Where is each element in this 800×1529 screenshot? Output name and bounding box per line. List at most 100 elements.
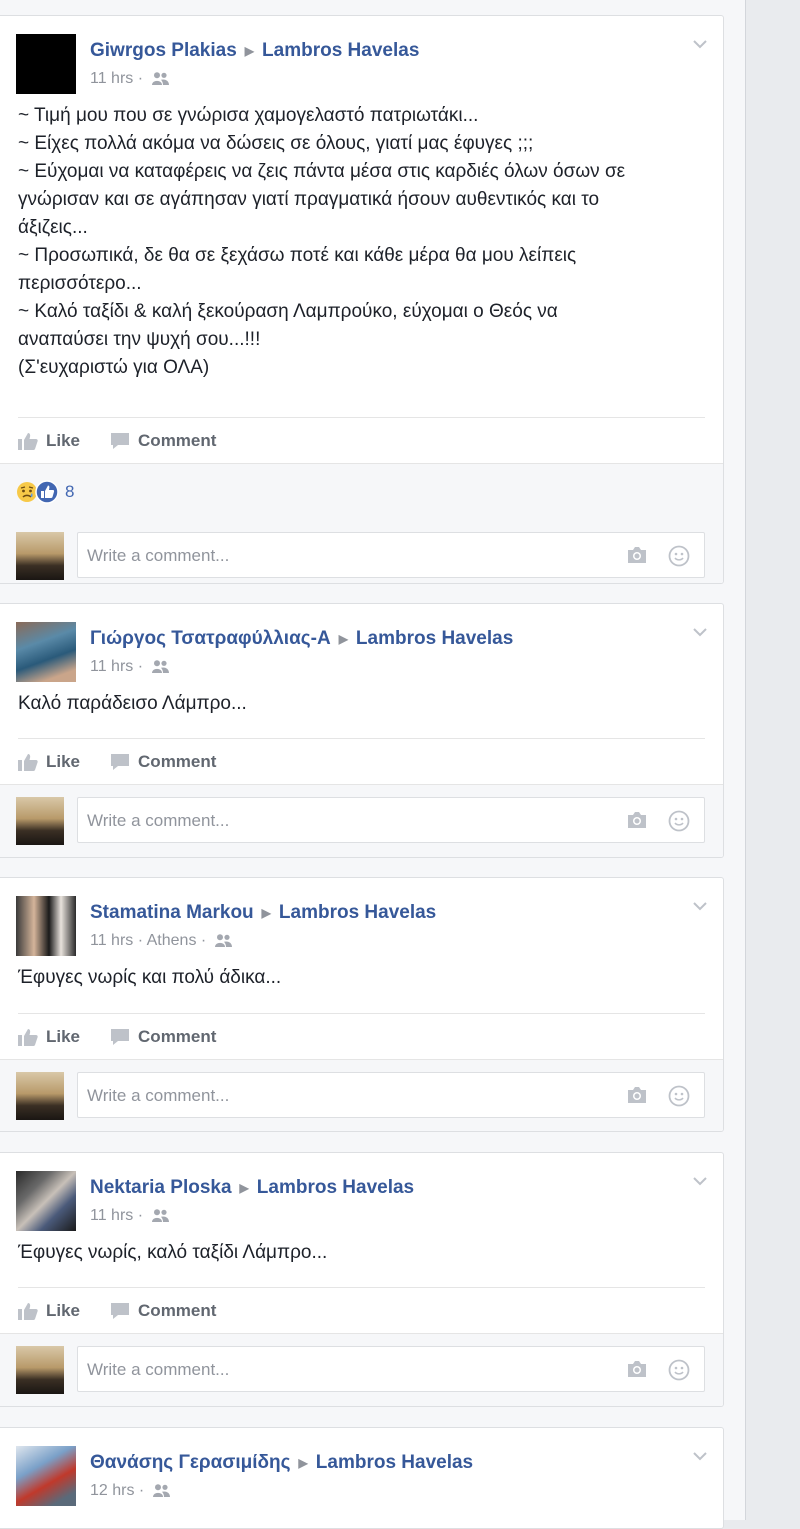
timestamp-link[interactable]: 11 hrs — [90, 1207, 133, 1224]
smiley-icon[interactable] — [668, 1085, 690, 1112]
comment-placeholder: Write a comment... — [87, 1360, 230, 1379]
comment-input[interactable]: Write a comment... — [77, 532, 705, 578]
arrow-right-icon: ▶ — [261, 906, 271, 920]
timestamp-link[interactable]: 12 hrs — [90, 1482, 134, 1499]
thumbs-up-icon — [18, 433, 38, 450]
chevron-down-icon[interactable] — [693, 1448, 707, 1466]
post-text-line: ~ Προσωπικά, δε θα σε ξεχάσω ποτέ και κά… — [18, 245, 577, 266]
author-avatar[interactable] — [16, 1171, 76, 1231]
target-name-link[interactable]: Lambros Havelas — [316, 1452, 473, 1473]
post-header: Giwrgos Plakias ▶ Lambros Havelas 11 hrs · — [0, 16, 723, 94]
arrow-right-icon: ▶ — [239, 1181, 249, 1195]
target-name-link[interactable]: Lambros Havelas — [356, 628, 513, 649]
reactions-summary[interactable]: 8 — [0, 464, 723, 520]
comment-button[interactable]: Comment — [110, 1301, 216, 1321]
comment-section: Write a comment... — [0, 1333, 723, 1406]
meta-separator: · — [133, 932, 147, 949]
right-sidebar — [745, 0, 800, 1520]
author-avatar[interactable] — [16, 896, 76, 956]
comment-button[interactable]: Comment — [110, 1027, 216, 1047]
arrow-right-icon: ▶ — [298, 1456, 308, 1470]
current-user-avatar — [16, 1072, 64, 1120]
like-button[interactable]: Like — [18, 431, 80, 451]
author-avatar[interactable] — [16, 1446, 76, 1506]
timestamp-link[interactable]: 11 hrs — [90, 658, 133, 675]
target-name-link[interactable]: Lambros Havelas — [257, 1177, 414, 1198]
location-link[interactable]: Athens — [147, 932, 197, 949]
chevron-down-icon[interactable] — [693, 36, 707, 54]
smiley-icon[interactable] — [668, 545, 690, 572]
post-card: Stamatina Markou ▶ Lambros Havelas 11 hrs … — [0, 877, 724, 1132]
author-name-link[interactable]: Θανάσης Γερασιμίδης — [90, 1452, 291, 1473]
comment-placeholder: Write a comment... — [87, 811, 230, 830]
post-title-line: Stamatina Markou ▶ Lambros Havelas — [90, 902, 436, 924]
friends-icon[interactable] — [151, 660, 169, 678]
like-label: Like — [46, 1301, 81, 1320]
post-header: Nektaria Ploska ▶ Lambros Havelas 11 hrs · — [0, 1153, 723, 1231]
author-name-link[interactable]: Nektaria Ploska — [90, 1177, 232, 1198]
comment-button[interactable]: Comment — [110, 752, 216, 772]
post-title-line: Giwrgos Plakias ▶ Lambros Havelas — [90, 40, 419, 62]
chevron-down-icon[interactable] — [693, 898, 707, 916]
comment-section: Write a comment... — [0, 784, 723, 857]
camera-icon[interactable] — [626, 1086, 648, 1109]
friends-icon[interactable] — [151, 72, 169, 90]
like-button[interactable]: Like — [18, 1301, 80, 1321]
like-label: Like — [46, 1027, 81, 1046]
comment-button[interactable]: Comment — [110, 431, 216, 451]
current-user-avatar — [16, 797, 64, 845]
meta-separator: · — [133, 70, 148, 87]
post-actions: Like Comment — [18, 1287, 705, 1334]
post-title-line: Γιώργος Τσατραφύλλιας-Α ▶ Lambros Havelas — [90, 628, 513, 650]
like-button[interactable]: Like — [18, 1027, 80, 1047]
comment-label: Comment — [138, 752, 217, 771]
post-text-line: γνώρισαν και σε αγάπησαν γιατί πραγματικ… — [18, 189, 600, 210]
smiley-icon[interactable] — [668, 810, 690, 837]
post-header: Γιώργος Τσατραφύλλιας-Α ▶ Lambros Havelas … — [0, 604, 723, 682]
author-avatar[interactable] — [16, 34, 76, 94]
post-card: Giwrgos Plakias ▶ Lambros Havelas 11 hrs ·… — [0, 15, 724, 584]
chevron-down-icon[interactable] — [693, 1173, 707, 1191]
comment-composer: Write a comment... — [0, 785, 723, 857]
timestamp-link[interactable]: 11 hrs — [90, 70, 133, 87]
camera-icon[interactable] — [626, 546, 648, 569]
arrow-right-icon: ▶ — [338, 632, 348, 646]
target-name-link[interactable]: Lambros Havelas — [279, 902, 436, 923]
comment-input[interactable]: Write a comment... — [77, 797, 705, 843]
comment-input[interactable]: Write a comment... — [77, 1346, 705, 1392]
author-avatar[interactable] — [16, 622, 76, 682]
like-button[interactable]: Like — [18, 752, 80, 772]
timestamp-link[interactable]: 11 hrs — [90, 932, 133, 949]
author-name-link[interactable]: Giwrgos Plakias — [90, 40, 237, 61]
speech-bubble-icon — [111, 1029, 130, 1045]
speech-bubble-icon — [111, 754, 130, 770]
post-text-line: ~ Καλό ταξίδι & καλή ξεκούραση Λαμπρούκο… — [18, 301, 558, 322]
post-meta: 11 hrs · — [90, 70, 169, 90]
friends-icon[interactable] — [151, 1209, 169, 1227]
comment-section: Write a comment... — [0, 1059, 723, 1131]
author-name-link[interactable]: Γιώργος Τσατραφύλλιας-Α — [90, 628, 331, 649]
speech-bubble-icon — [111, 1303, 130, 1319]
camera-icon[interactable] — [626, 811, 648, 834]
friends-icon[interactable] — [214, 934, 232, 952]
meta-separator: · — [133, 658, 148, 675]
post-card: Γιώργος Τσατραφύλλιας-Α ▶ Lambros Havelas … — [0, 603, 724, 858]
friends-icon[interactable] — [152, 1484, 170, 1502]
chevron-down-icon[interactable] — [693, 624, 707, 642]
comment-input[interactable]: Write a comment... — [77, 1072, 705, 1118]
thumbs-up-icon — [18, 1029, 38, 1046]
smiley-icon[interactable] — [668, 1359, 690, 1386]
post-card: Nektaria Ploska ▶ Lambros Havelas 11 hrs ·… — [0, 1152, 724, 1407]
comment-label: Comment — [138, 1027, 217, 1046]
camera-icon[interactable] — [626, 1360, 648, 1383]
post-text-line: Έφυγες νωρίς και πολύ άδικα... — [18, 967, 282, 988]
like-label: Like — [46, 431, 81, 450]
comment-composer: Write a comment... — [0, 520, 723, 583]
target-name-link[interactable]: Lambros Havelas — [262, 40, 419, 61]
post-text-line: άξιζεις... — [18, 217, 88, 238]
current-user-avatar — [16, 1346, 64, 1394]
post-meta: 11 hrs · — [90, 1207, 169, 1227]
post-actions: Like Comment — [18, 1013, 705, 1060]
current-user-avatar — [16, 532, 64, 580]
author-name-link[interactable]: Stamatina Markou — [90, 902, 254, 923]
